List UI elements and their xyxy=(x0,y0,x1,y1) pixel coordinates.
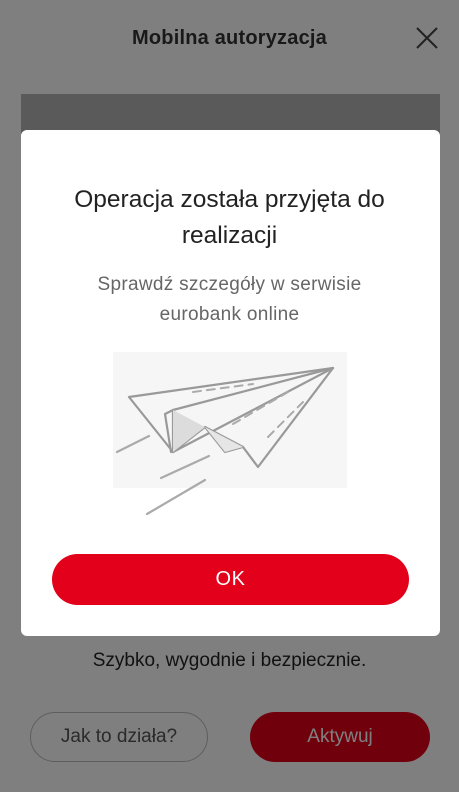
paper-plane-icon xyxy=(113,352,347,516)
dialog-subtitle: Sprawdź szczegóły w serwisie eurobank on… xyxy=(60,270,399,330)
dialog-title-line-1: Operacja została przyjęta do xyxy=(74,186,385,213)
dialog-title: Operacja została przyjęta do realizacji xyxy=(30,182,429,254)
dialog-title-line-2: realizacji xyxy=(181,222,278,249)
dialog-subtitle-line-2: eurobank online xyxy=(159,304,300,325)
ok-button[interactable]: OK xyxy=(52,554,409,605)
dialog-subtitle-line-1: Sprawdź szczegóły w serwisie xyxy=(97,274,362,295)
